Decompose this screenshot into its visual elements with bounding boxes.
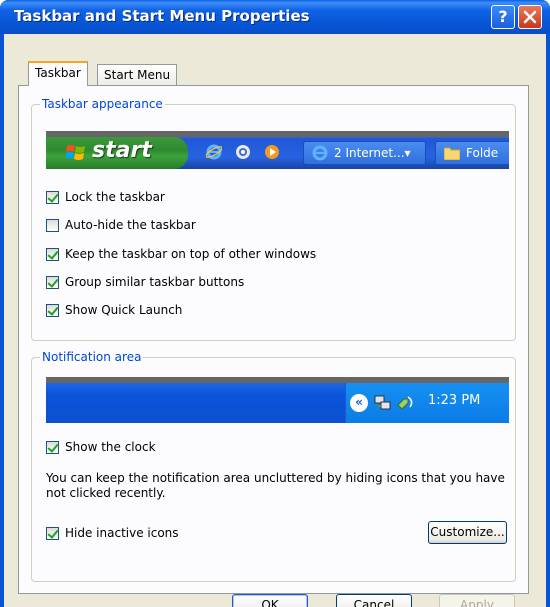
tab-label: Start Menu [104,68,171,82]
taskbar-button-label: 2 Internet...▾ [334,146,411,160]
outlook-icon [236,145,250,159]
checkbox-box[interactable] [46,440,59,454]
hide-inactive-icons-checkbox[interactable]: Hide inactive icons [46,525,179,541]
ie-icon [312,145,328,161]
checkbox-box[interactable] [46,190,59,204]
show-clock-checkbox[interactable]: Show the clock [46,439,156,455]
keep-on-top-checkbox[interactable]: Keep the taskbar on top of other windows [46,246,316,262]
group-label-taskbar-appearance: Taskbar appearance [40,97,165,111]
checkbox-label: Keep the taskbar on top of other windows [65,247,317,261]
checkbox-box[interactable] [46,526,59,540]
show-quick-launch-checkbox[interactable]: Show Quick Launch [46,302,182,318]
system-tray-preview: « 1:23 PM [345,383,509,423]
cancel-button[interactable]: Cancel [336,594,412,607]
taskbar-tab-panel: Taskbar appearance start 2 Internet...▾ … [18,85,529,594]
group-label-notification-area: Notification area [40,350,144,364]
tab-start-menu[interactable]: Start Menu [97,64,178,86]
apply-button[interactable]: Apply [439,594,515,607]
tab-taskbar[interactable]: Taskbar [28,61,88,86]
close-button[interactable] [518,5,542,29]
ie-icon [206,144,222,160]
taskbar-appearance-group: Taskbar appearance start 2 Internet...▾ … [31,97,516,341]
tab-label: Taskbar [35,66,81,80]
help-button[interactable]: ? [491,5,515,29]
start-button-preview: start [46,137,188,169]
lock-taskbar-checkbox[interactable]: Lock the taskbar [46,189,165,205]
title-bar[interactable]: Taskbar and Start Menu Properties ? [0,0,550,34]
window-title: Taskbar and Start Menu Properties [14,7,310,25]
windows-flag-icon [66,145,85,160]
checkbox-label: Show the clock [65,440,156,454]
checkbox-label: Lock the taskbar [65,190,165,204]
network-icon [374,395,391,410]
dialog-window: Taskbar and Start Menu Properties ? Task… [0,0,550,607]
taskbar-button-internet: 2 Internet...▾ [303,141,426,165]
dialog-client-area: Taskbar Start Menu Taskbar appearance st… [4,34,546,607]
auto-hide-taskbar-checkbox[interactable]: Auto-hide the taskbar [46,217,196,233]
taskbar-button-folder: Folde [435,141,509,165]
start-label: start [92,138,152,163]
checkbox-box[interactable] [46,218,59,232]
media-player-icon [265,145,279,159]
close-icon [523,10,537,24]
checkbox-box[interactable] [46,247,59,261]
help-icon: ? [498,7,508,26]
checkbox-box[interactable] [46,275,59,289]
notification-area-preview: « 1:23 PM [46,377,509,423]
notification-description: You can keep the notification area unclu… [46,471,505,500]
checkbox-label: Hide inactive icons [65,526,179,540]
checkbox-label: Group similar taskbar buttons [65,275,245,289]
checkbox-label: Show Quick Launch [65,303,183,317]
taskbar-preview: start 2 Internet...▾ Folde [46,131,509,169]
notification-area-group: Notification area « 1:23 PM Show the clo… [31,350,516,582]
checkbox-label: Auto-hide the taskbar [65,218,196,232]
clock-time: 1:23 PM [428,393,481,408]
checkbox-box[interactable] [46,303,59,317]
folder-icon [444,147,460,160]
sound-icon [397,396,413,410]
taskbar-button-label: Folde [466,146,499,160]
ok-button[interactable]: OK [232,594,308,607]
group-buttons-checkbox[interactable]: Group similar taskbar buttons [46,274,244,290]
customize-button[interactable]: Customize... [428,521,507,544]
chevron-left-icon: « [350,394,368,412]
